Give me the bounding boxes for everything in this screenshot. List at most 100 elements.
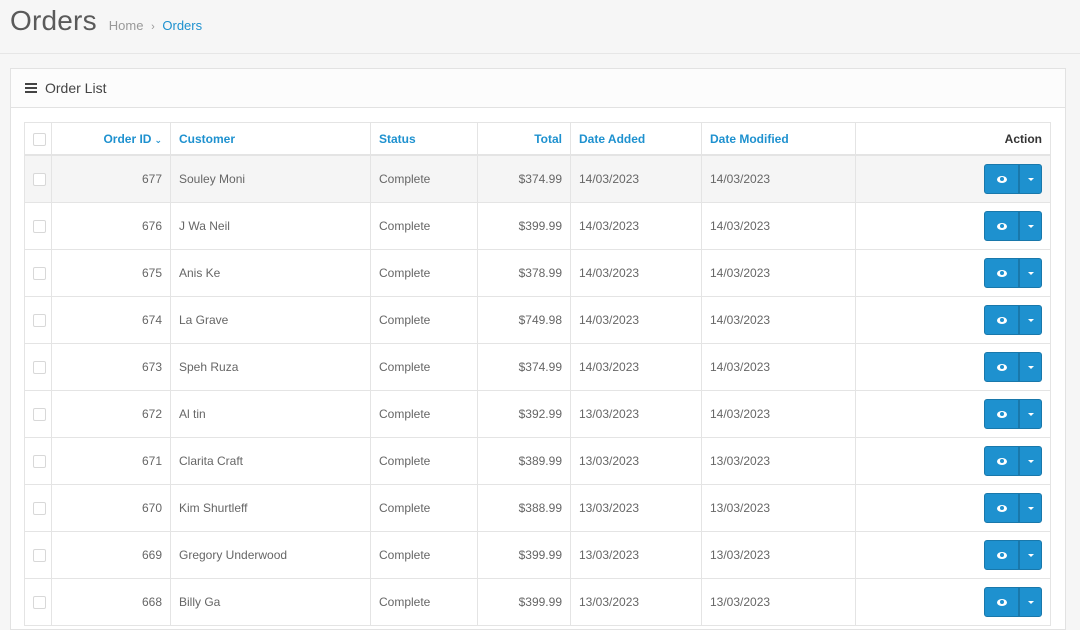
column-header-date-modified[interactable]: Date Modified bbox=[701, 122, 856, 156]
order-id-cell: 668 bbox=[51, 578, 171, 626]
order-id-cell: 673 bbox=[51, 343, 171, 391]
row-checkbox[interactable] bbox=[33, 361, 46, 375]
dropdown-toggle-button[interactable] bbox=[1019, 352, 1042, 382]
row-checkbox[interactable] bbox=[33, 267, 46, 281]
date-added-cell: 13/03/2023 bbox=[570, 531, 702, 579]
row-select-cell bbox=[24, 531, 52, 579]
row-select-cell bbox=[24, 437, 52, 485]
column-header-status[interactable]: Status bbox=[370, 122, 478, 156]
row-checkbox[interactable] bbox=[33, 173, 46, 187]
date-added-cell: 13/03/2023 bbox=[570, 437, 702, 485]
table-row: 668 Billy Ga Complete $399.99 13/03/2023 13/0… bbox=[24, 578, 1051, 626]
order-id-cell: 677 bbox=[51, 154, 171, 203]
eye-icon bbox=[996, 598, 1007, 606]
status-cell: Complete bbox=[370, 249, 478, 297]
status-cell: Complete bbox=[370, 390, 478, 438]
status-cell: Complete bbox=[370, 531, 478, 579]
breadcrumb-orders[interactable]: Orders bbox=[162, 18, 202, 33]
date-modified-cell: 14/03/2023 bbox=[701, 296, 856, 344]
customer-cell: Kim Shurtleff bbox=[170, 484, 371, 532]
status-cell: Complete bbox=[370, 578, 478, 626]
caret-down-icon bbox=[1027, 177, 1034, 181]
row-checkbox[interactable] bbox=[33, 549, 46, 563]
action-button-group bbox=[984, 258, 1042, 288]
breadcrumb-home[interactable]: Home bbox=[109, 18, 144, 33]
status-cell: Complete bbox=[370, 437, 478, 485]
order-id-cell: 670 bbox=[51, 484, 171, 532]
caret-down-icon bbox=[1027, 412, 1034, 416]
panel-title: Order List bbox=[45, 80, 107, 96]
caret-down-icon bbox=[1027, 459, 1034, 463]
eye-icon bbox=[996, 269, 1007, 277]
row-checkbox[interactable] bbox=[33, 455, 46, 469]
select-all-checkbox[interactable] bbox=[33, 132, 46, 146]
dropdown-toggle-button[interactable] bbox=[1019, 587, 1042, 617]
date-added-cell: 14/03/2023 bbox=[570, 296, 702, 344]
row-checkbox[interactable] bbox=[33, 408, 46, 422]
view-button[interactable] bbox=[984, 211, 1019, 241]
column-header-total[interactable]: Total bbox=[477, 122, 571, 156]
status-cell: Complete bbox=[370, 343, 478, 391]
eye-icon bbox=[996, 457, 1007, 465]
action-button-group bbox=[984, 587, 1042, 617]
customer-cell: Anis Ke bbox=[170, 249, 371, 297]
caret-down-icon bbox=[1027, 600, 1034, 604]
order-id-cell: 675 bbox=[51, 249, 171, 297]
dropdown-toggle-button[interactable] bbox=[1019, 258, 1042, 288]
view-button[interactable] bbox=[984, 493, 1019, 523]
action-cell bbox=[855, 202, 1051, 250]
row-select-cell bbox=[24, 390, 52, 438]
row-checkbox[interactable] bbox=[33, 596, 46, 610]
caret-down-icon bbox=[1027, 506, 1034, 510]
dropdown-toggle-button[interactable] bbox=[1019, 493, 1042, 523]
table-row: 677 Souley Moni Complete $374.99 14/03/2023 1… bbox=[24, 154, 1051, 203]
view-button[interactable] bbox=[984, 164, 1019, 194]
dropdown-toggle-button[interactable] bbox=[1019, 399, 1042, 429]
dropdown-toggle-button[interactable] bbox=[1019, 540, 1042, 570]
row-select-cell bbox=[24, 154, 52, 203]
customer-cell: La Grave bbox=[170, 296, 371, 344]
page-header: Orders Home › Orders bbox=[10, 5, 202, 45]
action-button-group bbox=[984, 399, 1042, 429]
total-cell: $388.99 bbox=[477, 484, 571, 532]
dropdown-toggle-button[interactable] bbox=[1019, 164, 1042, 194]
view-button[interactable] bbox=[984, 540, 1019, 570]
date-added-cell: 14/03/2023 bbox=[570, 202, 702, 250]
column-header-action: Action bbox=[855, 122, 1051, 156]
page-title: Orders bbox=[10, 5, 97, 36]
action-cell bbox=[855, 249, 1051, 297]
customer-cell: Billy Ga bbox=[170, 578, 371, 626]
column-header-order-id[interactable]: Order ID ⌄ bbox=[51, 122, 171, 156]
panel-heading: Order List bbox=[11, 69, 1065, 108]
action-cell bbox=[855, 578, 1051, 626]
column-header-date-added[interactable]: Date Added bbox=[570, 122, 702, 156]
action-button-group bbox=[984, 305, 1042, 335]
total-cell: $389.99 bbox=[477, 437, 571, 485]
table-header-row: Order ID ⌄ Customer Status Total Date Add… bbox=[24, 122, 1051, 156]
date-modified-cell: 13/03/2023 bbox=[701, 578, 856, 626]
row-checkbox[interactable] bbox=[33, 502, 46, 516]
column-header-customer[interactable]: Customer bbox=[170, 122, 371, 156]
row-select-cell bbox=[24, 343, 52, 391]
view-button[interactable] bbox=[984, 446, 1019, 476]
status-cell: Complete bbox=[370, 296, 478, 344]
row-checkbox[interactable] bbox=[33, 314, 46, 328]
dropdown-toggle-button[interactable] bbox=[1019, 446, 1042, 476]
view-button[interactable] bbox=[984, 352, 1019, 382]
view-button[interactable] bbox=[984, 587, 1019, 617]
action-cell bbox=[855, 484, 1051, 532]
table-row: 670 Kim Shurtleff Complete $388.99 13/03/202… bbox=[24, 484, 1051, 532]
dropdown-toggle-button[interactable] bbox=[1019, 211, 1042, 241]
row-select-cell bbox=[24, 484, 52, 532]
sort-desc-icon: ⌄ bbox=[154, 134, 162, 145]
eye-icon bbox=[996, 551, 1007, 559]
customer-cell: Gregory Underwood bbox=[170, 531, 371, 579]
date-modified-cell: 14/03/2023 bbox=[701, 154, 856, 203]
total-cell: $374.99 bbox=[477, 343, 571, 391]
action-button-group bbox=[984, 446, 1042, 476]
view-button[interactable] bbox=[984, 258, 1019, 288]
view-button[interactable] bbox=[984, 399, 1019, 429]
view-button[interactable] bbox=[984, 305, 1019, 335]
dropdown-toggle-button[interactable] bbox=[1019, 305, 1042, 335]
row-checkbox[interactable] bbox=[33, 220, 46, 234]
